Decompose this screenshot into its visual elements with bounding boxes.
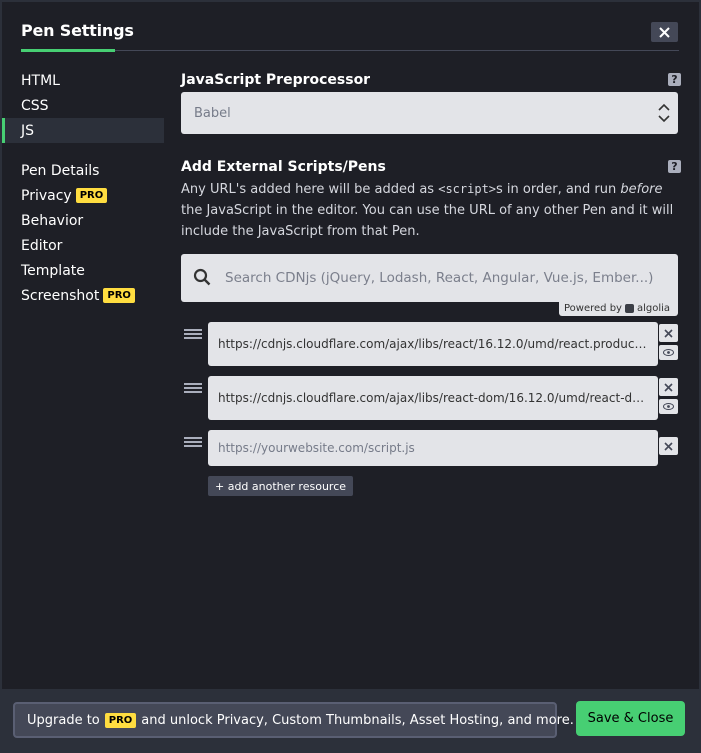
- help-icon[interactable]: ?: [668, 160, 681, 173]
- sidebar-item-label: Behavior: [21, 212, 84, 229]
- algolia-brand: algolia: [636, 302, 671, 314]
- close-icon: [664, 328, 673, 338]
- drag-handle-icon[interactable]: [184, 329, 202, 343]
- resource-url-input[interactable]: [208, 376, 658, 420]
- close-icon: [664, 441, 673, 451]
- view-resource-button[interactable]: [659, 399, 678, 414]
- preprocessor-value: Babel: [194, 105, 231, 121]
- upgrade-button[interactable]: Upgrade to PRO and unlock Privacy, Custo…: [13, 702, 574, 738]
- modal-header: Pen Settings: [2, 2, 699, 52]
- remove-resource-button[interactable]: [659, 324, 678, 342]
- resource-row: [181, 430, 681, 476]
- title-underline: [21, 49, 115, 52]
- upgrade-text: and unlock Privacy, Custom Thumbnails, A…: [141, 712, 574, 728]
- sidebar-item-template[interactable]: Template: [2, 258, 164, 283]
- desc-text: the JavaScript in the editor. You can us…: [181, 203, 674, 239]
- upgrade-text: Upgrade to: [27, 712, 100, 728]
- script-tag-code: <script>: [438, 182, 497, 196]
- close-button[interactable]: [651, 22, 678, 42]
- external-scripts-description: Any URL's added here will be added as <s…: [181, 179, 678, 242]
- sidebar-item-label: JS: [21, 122, 35, 139]
- pen-settings-modal: Pen Settings HTML CSS JS Pen Details Pri…: [0, 0, 701, 753]
- sidebar-item-html[interactable]: HTML: [2, 68, 164, 93]
- pro-badge: PRO: [103, 288, 135, 303]
- add-resource-button[interactable]: + add another resource: [208, 476, 354, 496]
- sidebar-item-label: Template: [21, 262, 85, 279]
- sidebar-item-js[interactable]: JS: [2, 118, 164, 143]
- desc-emphasis: before: [620, 182, 663, 197]
- header-divider: [115, 50, 679, 51]
- pro-badge: PRO: [104, 712, 137, 728]
- close-icon: [664, 382, 673, 392]
- preprocessor-select[interactable]: Babel: [181, 92, 678, 134]
- remove-resource-button[interactable]: [659, 437, 678, 455]
- algolia-logo-icon: [624, 303, 634, 313]
- pro-badge: PRO: [75, 188, 108, 203]
- modal-title: Pen Settings: [21, 21, 134, 40]
- resource-row: [181, 376, 681, 422]
- search-icon: [193, 268, 211, 286]
- sidebar-item-label: CSS: [21, 97, 49, 114]
- select-arrows-icon: [658, 103, 670, 123]
- drag-handle-icon[interactable]: [184, 383, 202, 397]
- sidebar-item-pen-details[interactable]: Pen Details: [2, 158, 164, 183]
- modal-footer: Upgrade to PRO and unlock Privacy, Custo…: [2, 689, 699, 751]
- remove-resource-button[interactable]: [659, 378, 678, 396]
- sidebar-item-css[interactable]: CSS: [2, 93, 164, 118]
- sidebar-item-label: HTML: [21, 72, 60, 89]
- sidebar-item-behavior[interactable]: Behavior: [2, 208, 164, 233]
- external-scripts-label: Add External Scripts/Pens: [181, 159, 386, 175]
- eye-icon: [663, 349, 674, 356]
- powered-by-algolia[interactable]: Powered by algolia: [559, 300, 678, 316]
- cdnjs-search-input[interactable]: [225, 254, 665, 302]
- save-close-button[interactable]: Save & Close: [576, 701, 685, 736]
- sidebar-item-label: Editor: [21, 237, 63, 254]
- view-resource-button[interactable]: [659, 345, 678, 360]
- close-icon: [659, 26, 670, 38]
- sidebar-item-label: Privacy: [21, 187, 72, 204]
- settings-sidebar: HTML CSS JS Pen Details Privacy PRO Beha…: [2, 68, 164, 308]
- sidebar-item-label: Pen Details: [21, 162, 100, 179]
- cdnjs-search: [181, 254, 678, 302]
- desc-text: s in order, and run: [496, 182, 621, 197]
- sidebar-item-privacy[interactable]: Privacy PRO: [2, 183, 164, 208]
- sidebar-item-label: Screenshot: [21, 287, 100, 304]
- preprocessor-label: JavaScript Preprocessor: [181, 72, 371, 88]
- sidebar-item-editor[interactable]: Editor: [2, 233, 164, 258]
- eye-icon: [663, 403, 674, 410]
- desc-text: Any URL's added here will be added as: [181, 182, 439, 197]
- drag-handle-icon[interactable]: [184, 437, 202, 451]
- resource-url-input[interactable]: [208, 430, 658, 466]
- help-icon[interactable]: ?: [668, 73, 681, 86]
- resource-url-input[interactable]: [208, 322, 658, 366]
- resource-row: [181, 322, 681, 368]
- powered-by-text: Powered by: [564, 302, 622, 314]
- sidebar-item-screenshot[interactable]: Screenshot PRO: [2, 283, 164, 308]
